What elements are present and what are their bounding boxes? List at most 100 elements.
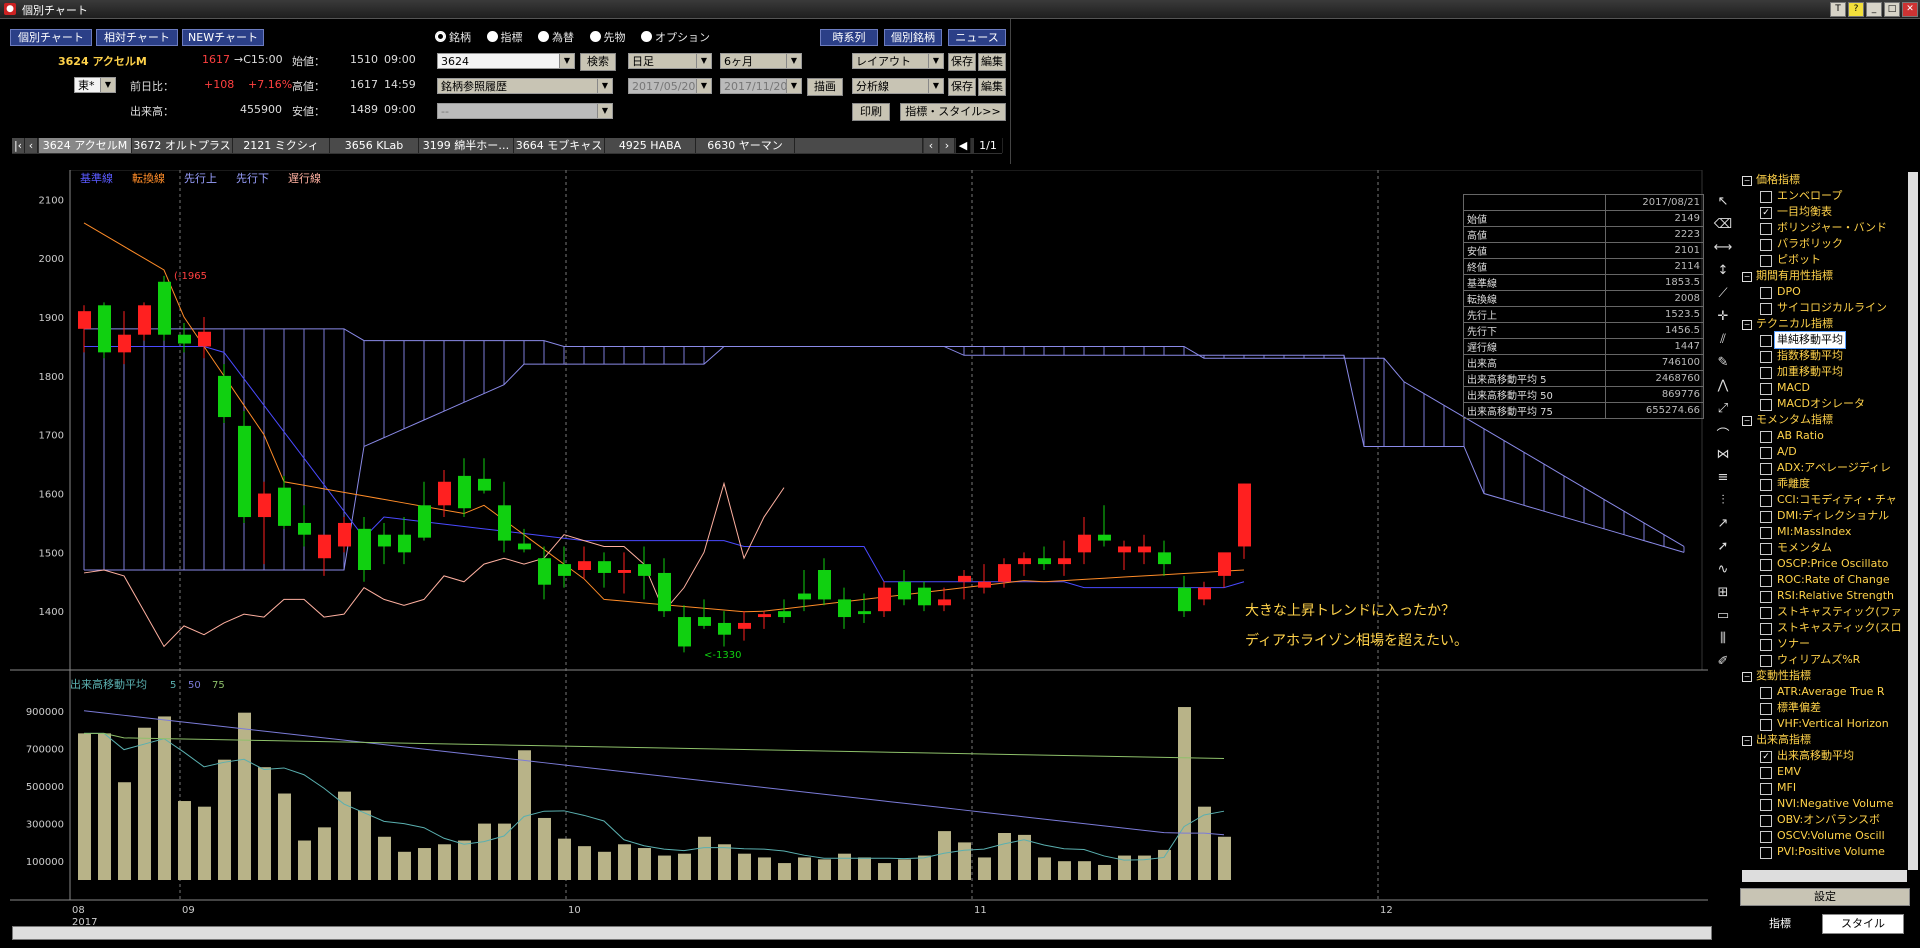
indicator-item[interactable]: DMI:ディレクショナル	[1742, 508, 1907, 524]
chart-horizontal-scrollbar[interactable]	[12, 926, 1712, 940]
indicator-checkbox[interactable]	[1760, 303, 1772, 315]
indicator-checkbox[interactable]	[1760, 447, 1772, 459]
indicator-item[interactable]: MACD	[1742, 380, 1907, 396]
indicator-checkbox[interactable]	[1760, 655, 1772, 667]
maximize-button[interactable]: □	[1884, 2, 1900, 17]
indicator-checkbox[interactable]	[1760, 559, 1772, 571]
indicator-item[interactable]: サイコロジカルライン	[1742, 300, 1907, 316]
collapse-icon[interactable]: −	[1742, 416, 1752, 426]
save-analysis-button[interactable]: 保存	[948, 78, 976, 96]
first-tab-arrow[interactable]: |‹	[12, 138, 25, 153]
vertical-line-tool-icon[interactable]: ↕	[1712, 263, 1734, 286]
span-select[interactable]: 6ヶ月 ▼	[720, 53, 802, 69]
indicator-item[interactable]: RSI:Relative Strength	[1742, 588, 1907, 604]
radio-futures[interactable]: 先物	[589, 31, 626, 44]
tab-new-chart[interactable]: NEWチャート	[182, 29, 264, 46]
collapse-icon[interactable]: −	[1742, 272, 1752, 282]
radio-stock[interactable]: 銘柄	[435, 31, 471, 44]
indicator-checkbox[interactable]	[1760, 431, 1772, 443]
tab-style[interactable]: スタイル	[1822, 914, 1904, 934]
indicator-checkbox[interactable]	[1760, 623, 1772, 635]
period-select[interactable]: 日足 ▼	[628, 53, 712, 69]
date-from-input[interactable]: 2017/05/20 ▼	[628, 78, 712, 94]
indicator-checkbox[interactable]	[1760, 799, 1772, 811]
draw-button[interactable]: 描画	[807, 78, 843, 96]
indicator-checkbox[interactable]: ✓	[1760, 207, 1772, 219]
channel-tool-icon[interactable]: ⫽	[1712, 332, 1734, 355]
grid-tool-icon[interactable]: ⊞	[1712, 585, 1734, 608]
arrow-tool-icon[interactable]: ➚	[1712, 539, 1734, 562]
stock-tab-0[interactable]: 3624 アクセルM	[39, 138, 132, 153]
indicator-checkbox[interactable]	[1760, 703, 1772, 715]
empty-select[interactable]: -- ▼	[437, 103, 613, 119]
indicator-checkbox[interactable]	[1760, 511, 1772, 523]
indicator-item[interactable]: 乖離度	[1742, 476, 1907, 492]
radio-index[interactable]: 指標	[486, 31, 523, 44]
trendline-tool-icon[interactable]: ⟋	[1712, 286, 1734, 309]
radio-fx[interactable]: 為替	[538, 31, 574, 44]
indicator-group[interactable]: − モメンタム指標	[1742, 412, 1907, 428]
close-button[interactable]: ✕	[1902, 2, 1918, 17]
timeseries-button[interactable]: 時系列	[820, 29, 878, 46]
indicator-group[interactable]: − 期間有用性指標	[1742, 268, 1907, 284]
indicator-group[interactable]: − 価格指標	[1742, 172, 1907, 188]
horizontal-line-tool-icon[interactable]: ⟷	[1712, 240, 1734, 263]
edit-layout-button[interactable]: 編集	[978, 53, 1006, 71]
collapse-icon[interactable]: −	[1742, 736, 1752, 746]
indicator-item[interactable]: OBV:オンバランスボ	[1742, 812, 1907, 828]
indicator-checkbox[interactable]	[1760, 607, 1772, 619]
indicator-checkbox[interactable]	[1760, 847, 1772, 859]
minimize-button[interactable]: _	[1866, 2, 1882, 17]
stock-tab-5[interactable]: 3664 モブキャス	[514, 138, 605, 153]
indicator-item[interactable]: AB Ratio	[1742, 428, 1907, 444]
ray-tool-icon[interactable]: ↗	[1712, 516, 1734, 539]
indicator-checkbox[interactable]	[1760, 351, 1772, 363]
indicator-item[interactable]: ✓ 出来高移動平均	[1742, 748, 1907, 764]
indicator-checkbox[interactable]	[1760, 591, 1772, 603]
indicator-item[interactable]: モメンタム	[1742, 540, 1907, 556]
tab-indicator[interactable]: 指標	[1740, 914, 1820, 934]
indicator-item[interactable]: ADX:アベレージディレ	[1742, 460, 1907, 476]
indicator-checkbox[interactable]	[1760, 223, 1772, 235]
collapse-icon[interactable]: −	[1742, 320, 1752, 330]
indicator-checkbox[interactable]	[1760, 239, 1772, 251]
edit-analysis-button[interactable]: 編集	[978, 78, 1006, 96]
indicator-item[interactable]: ボリンジャー・バンド	[1742, 220, 1907, 236]
print-button[interactable]: 印刷	[852, 103, 890, 121]
indicator-item[interactable]: ✓ 一目均衡表	[1742, 204, 1907, 220]
indicator-item[interactable]: ストキャスティック(スロ	[1742, 620, 1907, 636]
pen-tool-icon[interactable]: ✎	[1712, 355, 1734, 378]
indicator-checkbox[interactable]	[1760, 191, 1772, 203]
indicator-group[interactable]: − テクニカル指標	[1742, 316, 1907, 332]
save-layout-button[interactable]: 保存	[948, 53, 976, 71]
indicator-checkbox[interactable]	[1760, 639, 1772, 651]
indicator-item[interactable]: DPO	[1742, 284, 1907, 300]
indicator-checkbox[interactable]	[1760, 399, 1772, 411]
stock-tab-4[interactable]: 3199 綿半ホー…	[419, 138, 514, 153]
eraser-tool-icon[interactable]: ⌫	[1712, 217, 1734, 240]
indicator-group[interactable]: − 変動性指標	[1742, 668, 1907, 684]
indicator-checkbox[interactable]	[1760, 767, 1772, 779]
indicator-checkbox[interactable]	[1760, 287, 1772, 299]
tab-relative-chart[interactable]: 相対チャート	[96, 29, 178, 46]
stock-tab-1[interactable]: 3672 オルトプラス	[132, 138, 233, 153]
indicator-checkbox[interactable]	[1760, 383, 1772, 395]
indicator-item[interactable]: エンベロープ	[1742, 188, 1907, 204]
prev-page-arrow[interactable]: ‹	[924, 138, 939, 153]
indicator-item[interactable]: MI:MassIndex	[1742, 524, 1907, 540]
indicator-item[interactable]: MACDオシレータ	[1742, 396, 1907, 412]
layout-select[interactable]: レイアウト ▼	[852, 53, 944, 69]
indicator-checkbox[interactable]	[1760, 495, 1772, 507]
pin-button[interactable]: T	[1830, 2, 1846, 17]
indicator-checkbox[interactable]: ✓	[1760, 751, 1772, 763]
indicator-checkbox[interactable]	[1760, 687, 1772, 699]
indicator-checkbox[interactable]	[1760, 719, 1772, 731]
indicator-checkbox[interactable]	[1760, 815, 1772, 827]
regression-tool-icon[interactable]: ⤢	[1712, 401, 1734, 424]
analysis-select[interactable]: 分析線 ▼	[852, 78, 944, 94]
indicator-group[interactable]: − 出来高指標	[1742, 732, 1907, 748]
indicator-item[interactable]: ATR:Average True R	[1742, 684, 1907, 700]
stock-tab-6[interactable]: 4925 HABA	[605, 138, 696, 153]
indicator-panel-hscrollbar[interactable]	[1742, 870, 1907, 882]
indicator-style-button[interactable]: 指標・スタイル>>	[900, 103, 1006, 121]
